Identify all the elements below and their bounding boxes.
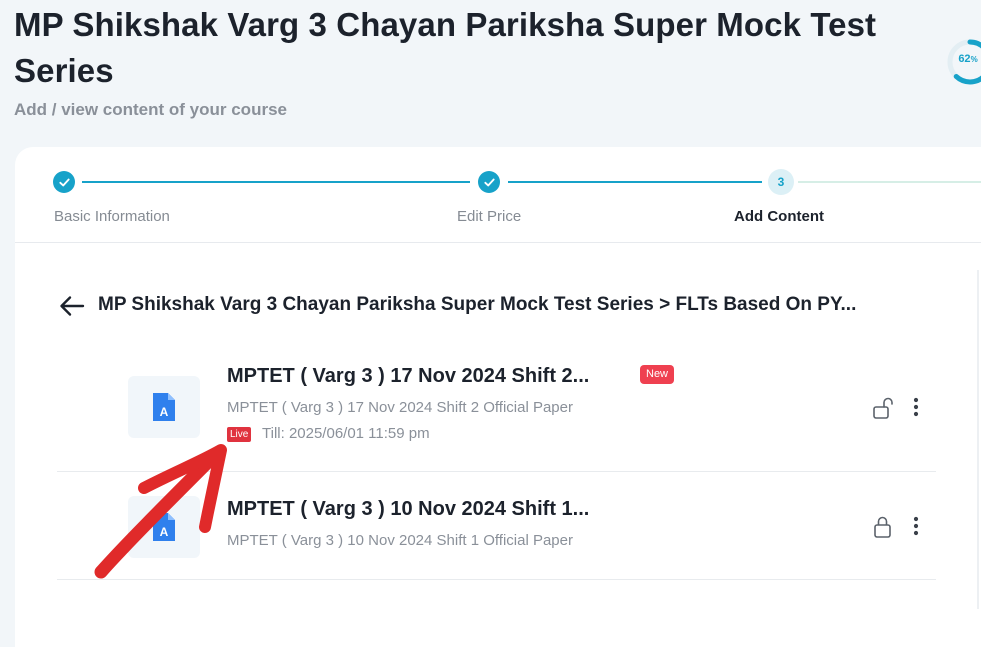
step-2-check-icon[interactable] — [478, 171, 500, 193]
page-subtitle: Add / view content of your course — [14, 100, 287, 119]
item-description: MPTET ( Varg 3 ) 17 Nov 2024 Shift 2 Off… — [227, 399, 573, 416]
document-icon: A — [153, 513, 175, 541]
back-arrow-icon[interactable] — [58, 294, 86, 318]
new-badge: New — [640, 365, 675, 384]
progress-value: 62% — [958, 53, 978, 65]
more-options-icon[interactable] — [912, 515, 920, 537]
item-title[interactable]: MPTET ( Varg 3 ) 17 Nov 2024 Shift 2... — [227, 365, 589, 388]
svg-text:A: A — [160, 405, 169, 419]
step-label-edit-price[interactable]: Edit Price — [457, 208, 521, 225]
availability-date: Till: 2025/06/01 11:59 pm — [262, 425, 430, 442]
stepper-divider — [15, 242, 981, 243]
scrollbar-track[interactable] — [977, 270, 979, 609]
document-thumbnail[interactable]: A — [128, 376, 200, 438]
more-options-icon[interactable] — [912, 396, 920, 418]
step-label-basic-information[interactable]: Basic Information — [54, 208, 170, 225]
item-description: MPTET ( Varg 3 ) 10 Nov 2024 Shift 1 Off… — [227, 532, 573, 549]
step-1-check-icon[interactable] — [53, 171, 75, 193]
step-3-number[interactable]: 3 — [768, 169, 794, 195]
lock-icon[interactable] — [872, 515, 894, 539]
document-icon: A — [153, 393, 175, 421]
svg-text:A: A — [160, 525, 169, 539]
document-thumbnail[interactable]: A — [128, 496, 200, 558]
row-divider — [57, 471, 936, 472]
unlock-icon[interactable] — [872, 396, 894, 420]
step-connector — [508, 181, 762, 183]
step-label-add-content[interactable]: Add Content — [734, 208, 824, 225]
live-badge: Live — [227, 427, 252, 442]
item-title[interactable]: MPTET ( Varg 3 ) 10 Nov 2024 Shift 1... — [227, 498, 589, 521]
breadcrumb[interactable]: MP Shikshak Varg 3 Chayan Pariksha Super… — [98, 294, 948, 316]
row-divider — [57, 579, 936, 580]
step-connector-pending — [798, 181, 981, 183]
step-connector — [82, 181, 470, 183]
page-title: MP Shikshak Varg 3 Chayan Pariksha Super… — [14, 6, 877, 89]
